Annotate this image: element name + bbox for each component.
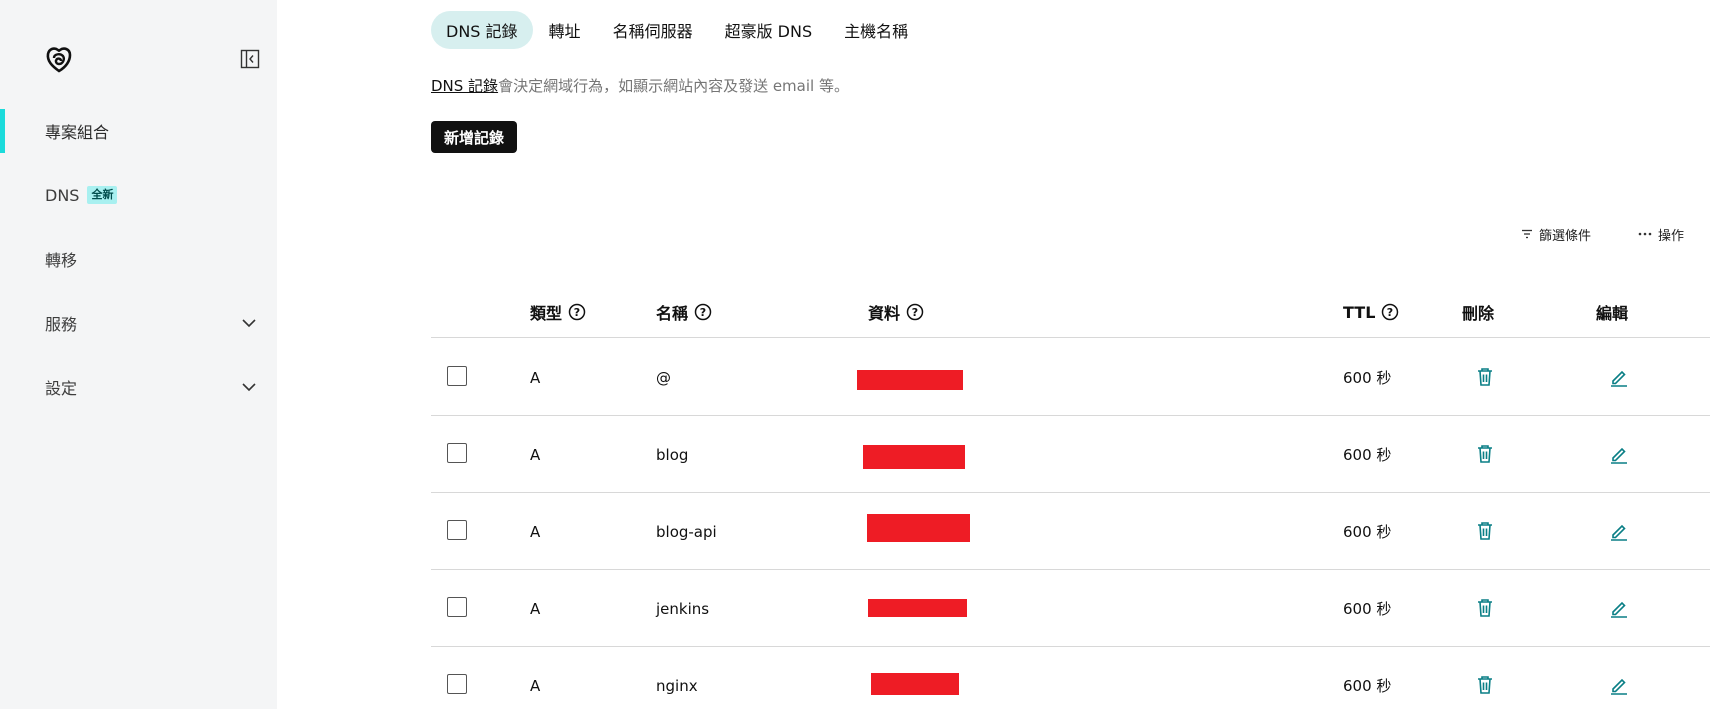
svg-text:?: ?: [912, 306, 918, 319]
row-checkbox[interactable]: [447, 520, 467, 540]
actions-button[interactable]: 操作: [1638, 224, 1684, 244]
sidebar-item-services[interactable]: 服務: [0, 301, 277, 345]
record-type: A: [530, 368, 541, 387]
dns-tabs: DNS 記錄 轉址 名稱伺服器 超豪版 DNS 主機名稱: [431, 11, 924, 49]
sidebar-item-label: 設定: [45, 379, 78, 398]
row-checkbox[interactable]: [447, 674, 467, 694]
table-row: A jenkins 600 秒: [431, 570, 1710, 647]
edit-icon[interactable]: [1608, 674, 1630, 696]
header-edit-label: 編輯: [1596, 304, 1629, 323]
header-edit: 編輯: [1596, 300, 1628, 324]
table-row: A blog-api 600 秒: [431, 493, 1710, 570]
record-ttl: 600 秒: [1343, 677, 1392, 695]
filter-icon: [1522, 229, 1532, 239]
header-data: 資料 ?: [868, 300, 924, 324]
trash-icon[interactable]: [1474, 520, 1496, 542]
row-checkbox[interactable]: [447, 366, 467, 386]
sidebar-item-dns[interactable]: DNS 全新: [0, 173, 277, 217]
edit-icon[interactable]: [1608, 597, 1630, 619]
record-type: A: [530, 599, 541, 618]
header-delete-label: 刪除: [1462, 304, 1495, 323]
edit-icon[interactable]: [1608, 443, 1630, 465]
filter-label: 篩選條件: [1539, 228, 1592, 244]
dns-records-link[interactable]: DNS 記錄: [431, 77, 498, 95]
record-ttl: 600 秒: [1343, 369, 1392, 387]
header-name-label: 名稱: [656, 304, 689, 323]
tab-premium-dns[interactable]: 超豪版 DNS: [709, 11, 829, 49]
header-type: 類型 ?: [530, 300, 586, 324]
new-badge: 全新: [87, 186, 118, 204]
record-type: A: [530, 676, 541, 695]
sidebar-collapse-icon[interactable]: [240, 49, 260, 69]
redacted-data: [863, 445, 965, 469]
add-record-button[interactable]: 新增記錄: [431, 121, 518, 153]
table-row: A nginx 600 秒: [431, 647, 1710, 709]
record-type: A: [530, 522, 541, 541]
svg-text:?: ?: [574, 306, 580, 319]
header-ttl-label: TTL: [1343, 302, 1376, 322]
record-name: blog-api: [656, 522, 717, 541]
row-checkbox[interactable]: [447, 443, 467, 463]
edit-icon[interactable]: [1608, 366, 1630, 388]
help-icon[interactable]: ?: [694, 303, 712, 321]
header-delete: 刪除: [1462, 300, 1494, 324]
more-icon: [1638, 232, 1652, 236]
chevron-down-icon: [242, 319, 256, 328]
active-indicator: [0, 109, 5, 153]
filter-button[interactable]: 篩選條件: [1521, 224, 1591, 244]
record-ttl: 600 秒: [1343, 446, 1392, 464]
trash-icon[interactable]: [1474, 366, 1496, 388]
record-name: @: [656, 368, 671, 387]
sidebar: 專案組合 DNS 全新 轉移 服務 設定: [0, 0, 277, 709]
table-row: A blog 600 秒: [431, 416, 1710, 493]
record-ttl: 600 秒: [1343, 523, 1392, 541]
header-data-label: 資料: [868, 304, 901, 323]
header-ttl: TTL ?: [1343, 300, 1399, 324]
sidebar-item-label: 專案組合: [45, 123, 110, 142]
sidebar-item-label: 轉移: [45, 251, 78, 270]
redacted-data: [867, 514, 970, 542]
sidebar-item-label: DNS: [45, 185, 80, 205]
chevron-down-icon: [242, 383, 256, 392]
sidebar-item-transfer[interactable]: 轉移: [0, 237, 277, 281]
trash-icon[interactable]: [1474, 443, 1496, 465]
redacted-data: [857, 370, 963, 390]
actions-label: 操作: [1658, 228, 1685, 244]
brand-logo-icon[interactable]: [44, 44, 74, 74]
description-text: 會決定網域行為，如顯示網站內容及發送 email 等。: [498, 77, 849, 95]
tab-hostnames[interactable]: 主機名稱: [828, 11, 924, 49]
help-icon[interactable]: ?: [1381, 303, 1399, 321]
header-type-label: 類型: [530, 304, 563, 323]
table-row: A @ 600 秒: [431, 339, 1710, 416]
sidebar-item-portfolio[interactable]: 專案組合: [0, 109, 277, 153]
record-name: jenkins: [656, 599, 710, 618]
table-header: 類型 ? 名稱 ? 資料 ? TTL ? 刪除 編輯: [431, 288, 1710, 338]
tab-forwarding[interactable]: 轉址: [533, 11, 597, 49]
redacted-data: [871, 673, 959, 695]
help-icon[interactable]: ?: [906, 303, 924, 321]
row-checkbox[interactable]: [447, 597, 467, 617]
record-name: blog: [656, 445, 689, 464]
record-type: A: [530, 445, 541, 464]
help-icon[interactable]: ?: [568, 303, 586, 321]
trash-icon[interactable]: [1474, 674, 1496, 696]
tab-nameservers[interactable]: 名稱伺服器: [597, 11, 709, 49]
sidebar-item-settings[interactable]: 設定: [0, 365, 277, 409]
edit-icon[interactable]: [1608, 520, 1630, 542]
sidebar-item-label: 服務: [45, 315, 78, 334]
redacted-data: [868, 599, 967, 617]
tab-dns-records[interactable]: DNS 記錄: [431, 11, 533, 49]
header-name: 名稱 ?: [656, 300, 712, 324]
dns-description: DNS 記錄會決定網域行為，如顯示網站內容及發送 email 等。: [431, 75, 849, 96]
trash-icon[interactable]: [1474, 597, 1496, 619]
record-ttl: 600 秒: [1343, 600, 1392, 618]
svg-text:?: ?: [1387, 306, 1393, 319]
record-name: nginx: [656, 676, 698, 695]
svg-text:?: ?: [700, 306, 706, 319]
